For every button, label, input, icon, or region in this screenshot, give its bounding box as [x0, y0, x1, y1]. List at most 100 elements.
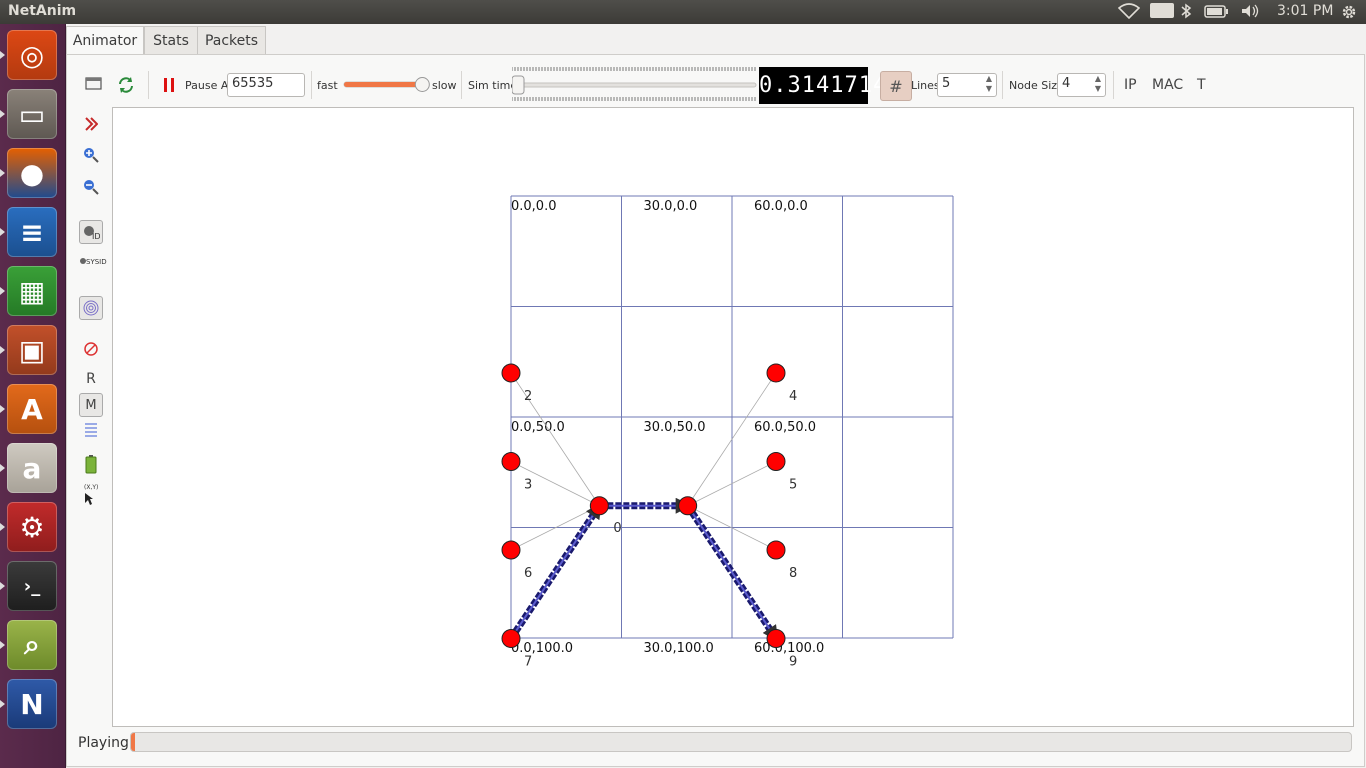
- toolbar-separator: [461, 71, 462, 99]
- xy-label: (X,Y): [84, 484, 99, 491]
- node-id-label: 9: [789, 655, 797, 670]
- grid-toggle-icon[interactable]: #: [880, 71, 912, 101]
- terminal-icon[interactable]: ›_: [7, 561, 57, 611]
- firefox-icon[interactable]: ●: [7, 148, 57, 198]
- terminal-glyph: ›_: [23, 575, 41, 597]
- wireless-circles-icon[interactable]: [79, 296, 103, 320]
- system-log-icon[interactable]: ⌕: [7, 620, 57, 670]
- network-node[interactable]: [501, 452, 521, 471]
- lines-spinbox[interactable]: 5 ▲ ▼: [937, 73, 997, 97]
- system-log-glyph: ⌕: [24, 628, 40, 661]
- network-scene[interactable]: 0.0,0.0 30.0,0.0 60.0,0.0 0.0,50.0 30.0,50.0…: [113, 108, 1355, 728]
- network-node[interactable]: [589, 496, 609, 516]
- tab-stats[interactable]: Stats: [144, 26, 198, 55]
- libreoffice-impress-icon[interactable]: ▣: [7, 325, 57, 375]
- battery-level-icon[interactable]: [80, 453, 102, 475]
- software-center-glyph: A: [21, 392, 43, 426]
- lines-value: 5: [942, 76, 951, 91]
- netanim-icon[interactable]: N: [7, 679, 57, 729]
- t-toggle[interactable]: T: [1197, 77, 1206, 93]
- running-indicator: [0, 641, 5, 649]
- network-node[interactable]: [501, 363, 521, 383]
- running-indicator: [0, 51, 5, 59]
- grid-coordinate-label: 60.0,0.0: [754, 199, 808, 214]
- packet-list-icon[interactable]: [80, 420, 102, 442]
- grid-coordinate-label: 0.0,100.0: [511, 641, 573, 656]
- wifi-icon[interactable]: [1117, 3, 1141, 23]
- libreoffice-writer-glyph: ≡: [20, 215, 44, 249]
- battery-icon[interactable]: [1204, 3, 1230, 23]
- svg-text:ID: ID: [92, 232, 100, 241]
- toolbar-separator: [148, 71, 149, 99]
- pause-at-input[interactable]: 65535: [227, 73, 305, 97]
- running-indicator: [0, 405, 5, 413]
- show-node-id-icon[interactable]: ID: [79, 220, 103, 244]
- grid-coordinate-label: 30.0,100.0: [644, 641, 714, 656]
- network-node[interactable]: [678, 496, 698, 516]
- libreoffice-calc-icon[interactable]: ▦: [7, 266, 57, 316]
- firefox-glyph: ●: [19, 156, 45, 190]
- grid-coordinate-label: 30.0,50.0: [644, 420, 706, 435]
- network-node[interactable]: [501, 629, 521, 648]
- sysid-label: SYSID: [86, 258, 107, 266]
- gear-icon[interactable]: [1340, 3, 1358, 25]
- amazon-icon[interactable]: a: [7, 443, 57, 493]
- toolbar-separator: [311, 71, 312, 99]
- mouse-position-toggle[interactable]: (X,Y): [84, 484, 98, 506]
- running-indicator: [0, 110, 5, 118]
- spin-arrows-icon[interactable]: ▲ ▼: [986, 74, 992, 94]
- running-indicator: [0, 523, 5, 531]
- files-glyph: ▭: [18, 97, 46, 131]
- ubuntu-dash-icon[interactable]: ◎: [7, 30, 57, 80]
- software-center-icon[interactable]: A: [7, 384, 57, 434]
- node-id-label: 8: [789, 566, 797, 581]
- system-settings-icon[interactable]: ⚙: [7, 502, 57, 552]
- sim-time-display: 0.3141714: [759, 67, 886, 104]
- progress-bar: [130, 732, 1352, 752]
- libreoffice-impress-glyph: ▣: [18, 333, 46, 367]
- mesh-toggle[interactable]: M: [79, 393, 103, 417]
- tab-packets[interactable]: Packets: [197, 26, 266, 55]
- show-sysid-icon[interactable]: SYSID: [80, 258, 107, 266]
- animation-canvas[interactable]: 0.0,0.0 30.0,0.0 60.0,0.0 0.0,50.0 30.0,50.0…: [112, 107, 1354, 727]
- node-size-combobox[interactable]: 4 ▲ ▼: [1057, 73, 1106, 97]
- reload-icon[interactable]: [117, 76, 135, 98]
- files-icon[interactable]: ▭: [7, 89, 57, 139]
- libreoffice-writer-icon[interactable]: ≡: [7, 207, 57, 257]
- zoom-in-icon[interactable]: [80, 144, 102, 166]
- keyboard-layout-indicator[interactable]: En: [1150, 3, 1175, 18]
- open-file-icon[interactable]: [84, 75, 104, 97]
- launcher: ◎ ▭ ● ≡ ▦ ▣ Aa ⚙ ›_ ⌕ N: [0, 24, 66, 768]
- grid-coordinate-label: 0.0,0.0: [511, 199, 556, 214]
- mac-toggle[interactable]: MAC: [1152, 77, 1183, 93]
- status-text: Playing: [78, 735, 129, 751]
- network-node[interactable]: [501, 540, 521, 560]
- volume-icon[interactable]: [1240, 3, 1260, 23]
- system-settings-glyph: ⚙: [19, 510, 45, 544]
- zoom-out-icon[interactable]: [80, 176, 102, 198]
- ip-toggle[interactable]: IP: [1124, 77, 1137, 93]
- network-node[interactable]: [766, 540, 786, 560]
- routing-toggle[interactable]: R: [80, 368, 102, 390]
- speed-slider[interactable]: [343, 77, 430, 92]
- network-node[interactable]: [766, 452, 786, 471]
- pause-icon[interactable]: [162, 77, 176, 97]
- network-node[interactable]: [766, 629, 786, 648]
- grid-coordinate-label: 60.0,50.0: [754, 420, 816, 435]
- clock[interactable]: 3:01 PM: [1277, 3, 1333, 19]
- spin-arrows-icon[interactable]: ▲ ▼: [1095, 74, 1101, 94]
- tab-animator[interactable]: Animator: [66, 26, 144, 56]
- fast-forward-icon[interactable]: [80, 113, 102, 135]
- node-id-label: 7: [524, 655, 532, 670]
- no-entry-icon[interactable]: [80, 338, 102, 360]
- top-panel: NetAnim En 3:01 PM: [0, 0, 1366, 24]
- bluetooth-icon[interactable]: [1180, 3, 1192, 23]
- libreoffice-calc-glyph: ▦: [18, 274, 46, 308]
- node-id-label: 5: [789, 478, 797, 493]
- network-node[interactable]: [766, 363, 786, 383]
- grid-coordinate-label: 0.0,50.0: [511, 420, 565, 435]
- sim-time-slider[interactable]: [511, 66, 758, 102]
- running-indicator: [0, 169, 5, 177]
- slow-label: slow: [432, 79, 457, 92]
- grid-coordinate-label: 30.0,0.0: [644, 199, 698, 214]
